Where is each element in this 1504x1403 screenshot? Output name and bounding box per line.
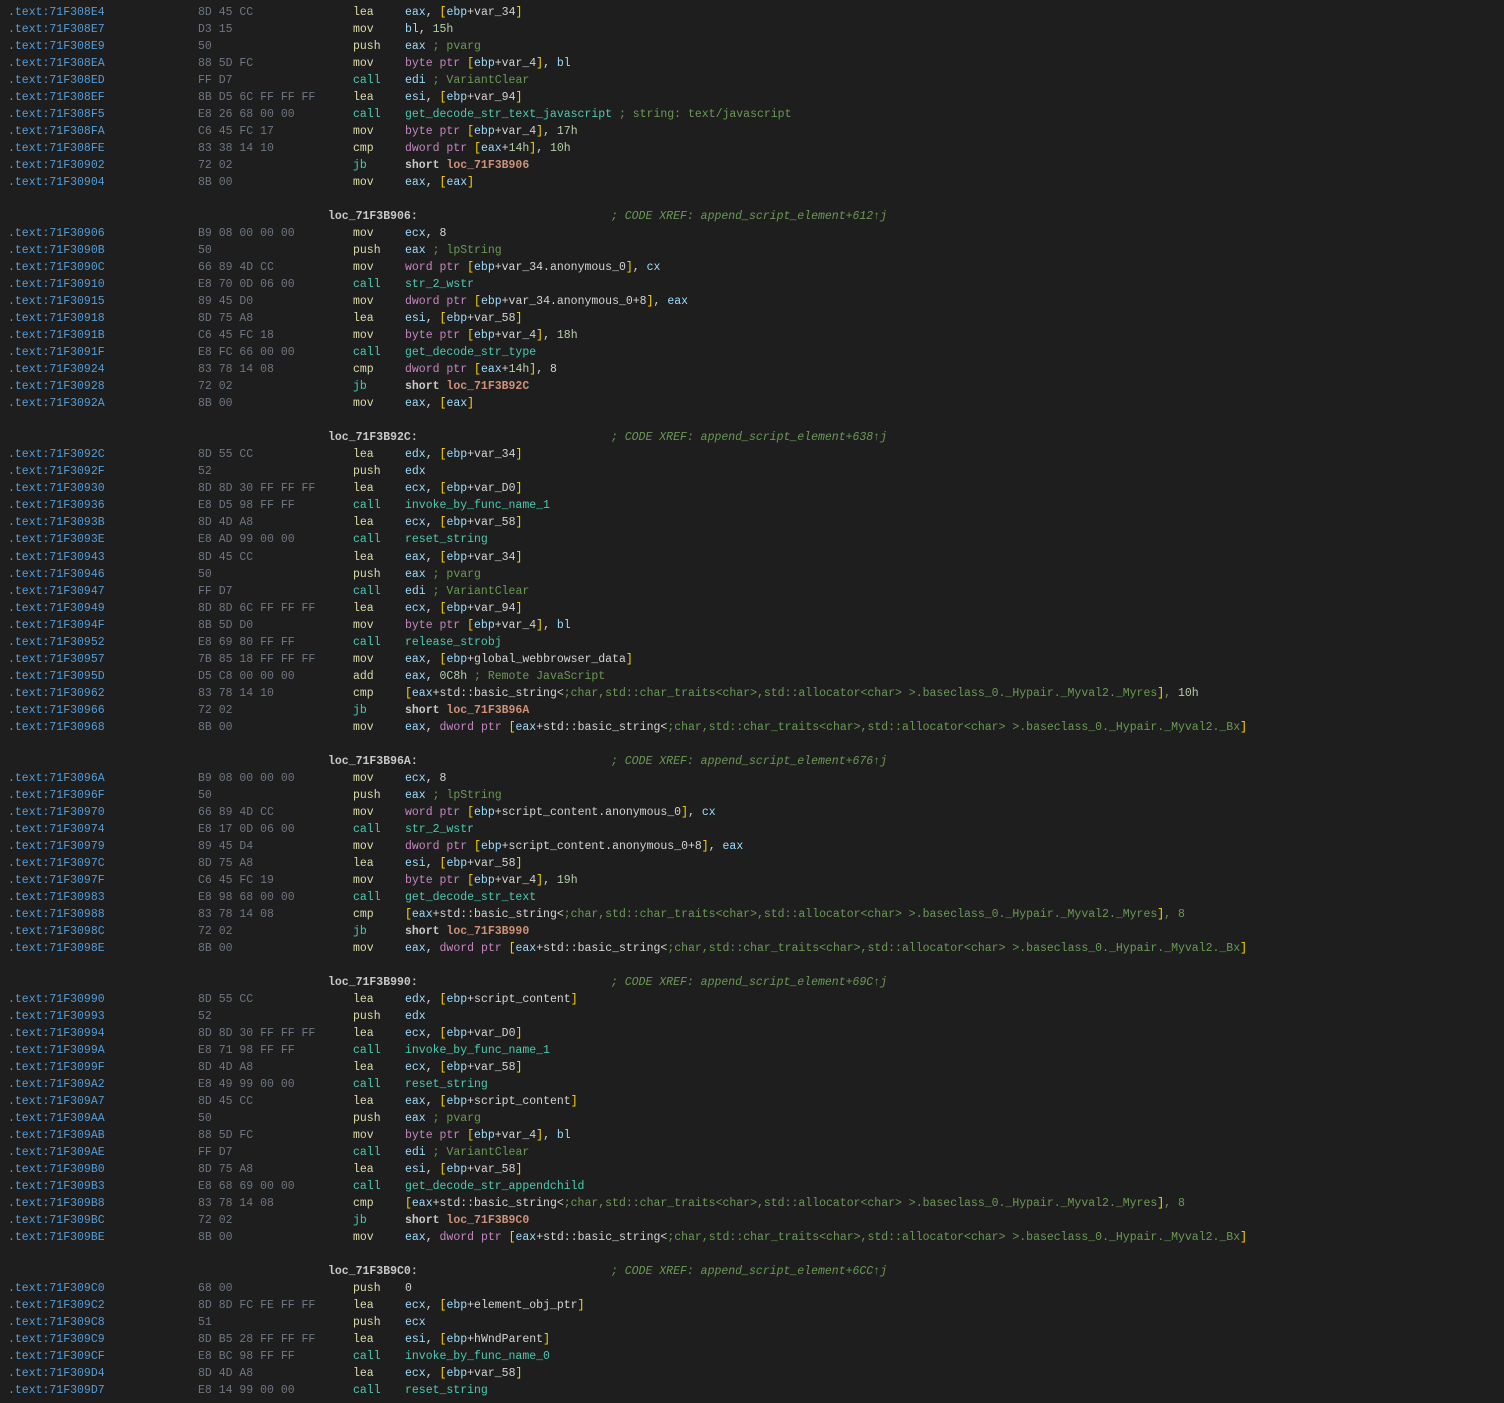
assembly-line: .text:71F309B08D 75 A8leaesi, [ebp+var_5… <box>0 1161 1504 1178</box>
assembly-line: loc_71F3B96A: ; CODE XREF: append_script… <box>0 753 1504 770</box>
assembly-line: .text:71F3098E8B 00moveax, dword ptr [ea… <box>0 940 1504 957</box>
assembly-line <box>0 736 1504 753</box>
assembly-line: .text:71F308FE83 38 14 10cmpdword ptr [e… <box>0 140 1504 157</box>
assembly-line: .text:71F3096672 02jbshort loc_71F3B96A <box>0 702 1504 719</box>
assembly-line: .text:71F308E7D3 15movbl, 15h <box>0 21 1504 38</box>
assembly-line: .text:71F309577B 85 18 FF FF FFmoveax, [… <box>0 651 1504 668</box>
assembly-line: .text:71F3098C72 02jbshort loc_71F3B990 <box>0 923 1504 940</box>
assembly-line: .text:71F3096AB9 08 00 00 00movecx, 8 <box>0 770 1504 787</box>
assembly-line: loc_71F3B906: ; CODE XREF: append_script… <box>0 208 1504 225</box>
assembly-line: .text:71F30906B9 08 00 00 00movecx, 8 <box>0 225 1504 242</box>
assembly-line: .text:71F309D7E8 14 99 00 00callreset_st… <box>0 1382 1504 1399</box>
assembly-line: .text:71F30983E8 98 68 00 00callget_deco… <box>0 889 1504 906</box>
assembly-line <box>0 957 1504 974</box>
disassembly-view: .text:71F308E48D 45 CCleaeax, [ebp+var_3… <box>0 0 1504 1403</box>
assembly-line: .text:71F3099352pushedx <box>0 1008 1504 1025</box>
assembly-line: .text:71F3097989 45 D4movdword ptr [ebp+… <box>0 838 1504 855</box>
assembly-line: .text:71F309C068 00push0 <box>0 1280 1504 1297</box>
code-listing: .text:71F308E48D 45 CCleaeax, [ebp+var_3… <box>0 4 1504 1399</box>
assembly-line: .text:71F3094F8B 5D D0movbyte ptr [ebp+v… <box>0 617 1504 634</box>
assembly-line: .text:71F30974E8 17 0D 06 00callstr_2_ws… <box>0 821 1504 838</box>
assembly-line: .text:71F309BC72 02jbshort loc_71F3B9C0 <box>0 1212 1504 1229</box>
assembly-line: .text:71F309AB88 5D FCmovbyte ptr [ebp+v… <box>0 1127 1504 1144</box>
assembly-line: .text:71F309C851pushecx <box>0 1314 1504 1331</box>
assembly-line: .text:71F30947FF D7calledi ; VariantClea… <box>0 583 1504 600</box>
assembly-line: .text:71F3098883 78 14 08cmp[eax+std::ba… <box>0 906 1504 923</box>
assembly-line: .text:71F3097FC6 45 FC 19movbyte ptr [eb… <box>0 872 1504 889</box>
assembly-line: .text:71F30952E8 69 80 FF FFcallrelease_… <box>0 634 1504 651</box>
assembly-line: .text:71F308E48D 45 CCleaeax, [ebp+var_3… <box>0 4 1504 21</box>
assembly-line: .text:71F3092C8D 55 CCleaedx, [ebp+var_3… <box>0 446 1504 463</box>
assembly-line: .text:71F308FAC6 45 FC 17movbyte ptr [eb… <box>0 123 1504 140</box>
assembly-line <box>0 412 1504 429</box>
assembly-line: .text:71F309C98D B5 28 FF FF FFleaesi, [… <box>0 1331 1504 1348</box>
assembly-line: loc_71F3B92C: ; CODE XREF: append_script… <box>0 429 1504 446</box>
assembly-line: .text:71F309438D 45 CCleaeax, [ebp+var_3… <box>0 549 1504 566</box>
assembly-line: .text:71F309308D 8D 30 FF FF FFleaecx, [… <box>0 480 1504 497</box>
assembly-line: .text:71F3092483 78 14 08cmpdword ptr [e… <box>0 361 1504 378</box>
assembly-line <box>0 1246 1504 1263</box>
assembly-line: .text:71F3096F50pusheax ; lpString <box>0 787 1504 804</box>
assembly-line: .text:71F3092F52pushedx <box>0 463 1504 480</box>
assembly-line: .text:71F3092872 02jbshort loc_71F3B92C <box>0 378 1504 395</box>
assembly-line: .text:71F3099AE8 71 98 FF FFcallinvoke_b… <box>0 1042 1504 1059</box>
assembly-line: .text:71F309AEFF D7calledi ; VariantClea… <box>0 1144 1504 1161</box>
assembly-line: .text:71F3097C8D 75 A8leaesi, [ebp+var_5… <box>0 855 1504 872</box>
assembly-line: .text:71F3095DD5 C8 00 00 00addeax, 0C8h… <box>0 668 1504 685</box>
assembly-line: .text:71F308EF8B D5 6C FF FF FFleaesi, [… <box>0 89 1504 106</box>
assembly-line: .text:71F3091FE8 FC 66 00 00callget_deco… <box>0 344 1504 361</box>
assembly-line: .text:71F309C28D 8D FC FE FF FFleaecx, [… <box>0 1297 1504 1314</box>
assembly-line: .text:71F308EDFF D7calledi ; VariantClea… <box>0 72 1504 89</box>
assembly-line: .text:71F3090272 02jbshort loc_71F3B906 <box>0 157 1504 174</box>
assembly-line: .text:71F3090C66 89 4D CCmovword ptr [eb… <box>0 259 1504 276</box>
assembly-line: .text:71F309B883 78 14 08cmp[eax+std::ba… <box>0 1195 1504 1212</box>
assembly-line: .text:71F3092A8B 00moveax, [eax] <box>0 395 1504 412</box>
assembly-line: .text:71F309948D 8D 30 FF FF FFleaecx, [… <box>0 1025 1504 1042</box>
assembly-line: .text:71F3093B8D 4D A8leaecx, [ebp+var_5… <box>0 514 1504 531</box>
assembly-line: .text:71F309A78D 45 CCleaeax, [ebp+scrip… <box>0 1093 1504 1110</box>
assembly-line: .text:71F3097066 89 4D CCmovword ptr [eb… <box>0 804 1504 821</box>
assembly-line: .text:71F309BE8B 00moveax, dword ptr [ea… <box>0 1229 1504 1246</box>
assembly-line: .text:71F3091589 45 D0movdword ptr [ebp+… <box>0 293 1504 310</box>
assembly-line: .text:71F30936E8 D5 98 FF FFcallinvoke_b… <box>0 497 1504 514</box>
assembly-line <box>0 191 1504 208</box>
assembly-line: .text:71F3090B50pusheax ; lpString <box>0 242 1504 259</box>
assembly-line: .text:71F3099F8D 4D A8leaecx, [ebp+var_5… <box>0 1059 1504 1076</box>
assembly-line: .text:71F309B3E8 68 69 00 00callget_deco… <box>0 1178 1504 1195</box>
assembly-line: .text:71F309048B 00moveax, [eax] <box>0 174 1504 191</box>
assembly-line: .text:71F3094650pusheax ; pvarg <box>0 566 1504 583</box>
assembly-line: loc_71F3B990: ; CODE XREF: append_script… <box>0 974 1504 991</box>
assembly-line: .text:71F309908D 55 CCleaedx, [ebp+scrip… <box>0 991 1504 1008</box>
assembly-line: .text:71F309188D 75 A8leaesi, [ebp+var_5… <box>0 310 1504 327</box>
assembly-line: .text:71F309CFE8 BC 98 FF FFcallinvoke_b… <box>0 1348 1504 1365</box>
assembly-line: .text:71F309688B 00moveax, dword ptr [ea… <box>0 719 1504 736</box>
assembly-line: .text:71F309D48D 4D A8leaecx, [ebp+var_5… <box>0 1365 1504 1382</box>
assembly-line: .text:71F308F5E8 26 68 00 00callget_deco… <box>0 106 1504 123</box>
assembly-line: .text:71F309498D 8D 6C FF FF FFleaecx, [… <box>0 600 1504 617</box>
assembly-line: .text:71F309AA50pusheax ; pvarg <box>0 1110 1504 1127</box>
assembly-line: .text:71F30910E8 70 0D 06 00callstr_2_ws… <box>0 276 1504 293</box>
assembly-line: loc_71F3B9C0: ; CODE XREF: append_script… <box>0 1263 1504 1280</box>
assembly-line: .text:71F309A2E8 49 99 00 00callreset_st… <box>0 1076 1504 1093</box>
assembly-line: .text:71F3096283 78 14 10cmp[eax+std::ba… <box>0 685 1504 702</box>
assembly-line: .text:71F3093EE8 AD 99 00 00callreset_st… <box>0 531 1504 548</box>
assembly-line: .text:71F3091BC6 45 FC 18movbyte ptr [eb… <box>0 327 1504 344</box>
assembly-line: .text:71F308EA88 5D FCmovbyte ptr [ebp+v… <box>0 55 1504 72</box>
assembly-line: .text:71F308E950pusheax ; pvarg <box>0 38 1504 55</box>
